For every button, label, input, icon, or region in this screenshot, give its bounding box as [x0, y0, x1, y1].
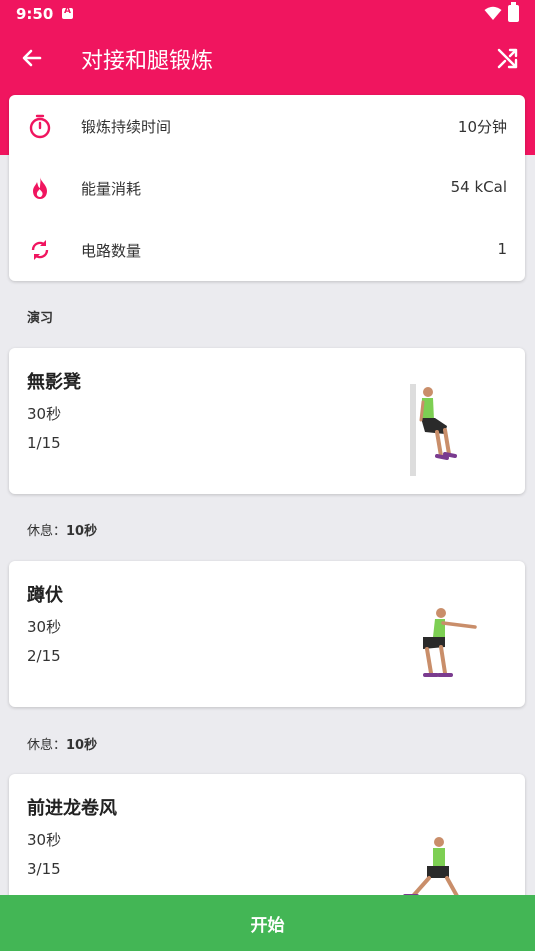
notification-letter: A	[64, 6, 71, 16]
exercise-name: 蹲伏	[27, 585, 63, 606]
exercise-name: 前进龙卷风	[27, 798, 117, 819]
start-button[interactable]: 开始	[0, 895, 535, 951]
exercises-section-title: 演习	[27, 311, 54, 326]
lunge-twist-illustration	[403, 837, 467, 900]
exercise-duration: 30秒	[27, 831, 62, 849]
exercise-card[interactable]: 無影凳 30秒 1/15	[9, 348, 525, 494]
duration-label: 锻炼持续时间	[81, 118, 172, 136]
exercise-duration: 30秒	[27, 405, 62, 423]
wall-sit-illustration	[410, 384, 457, 476]
exercise-index: 2/15	[27, 647, 61, 665]
status-bar: 9:50 A	[0, 0, 535, 28]
stopwatch-icon	[29, 114, 51, 139]
wifi-icon	[484, 6, 502, 20]
exercise-name: 無影凳	[27, 372, 81, 393]
calories-value: 54 kCal	[450, 178, 507, 196]
repeat-icon	[31, 240, 49, 260]
circuits-value: 1	[497, 240, 507, 258]
circuits-label: 电路数量	[81, 242, 142, 260]
exercise-card[interactable]: 蹲伏 30秒 2/15	[9, 561, 525, 707]
arrow-left-icon[interactable]	[18, 44, 46, 72]
calories-label: 能量消耗	[81, 180, 142, 198]
rest-label: 休息：	[27, 524, 67, 539]
circuits-row: 电路数量 1	[9, 219, 525, 281]
status-time: 9:50	[16, 5, 54, 23]
duration-row: 锻炼持续时间 10分钟	[9, 95, 525, 157]
battery-icon	[508, 2, 519, 22]
shuffle-icon[interactable]	[494, 44, 522, 72]
rest-value: 10秒	[66, 524, 98, 539]
squat-illustration	[423, 608, 477, 677]
exercise-index: 3/15	[27, 860, 61, 878]
notification-icon: A	[62, 6, 73, 19]
duration-value: 10分钟	[457, 118, 507, 136]
flame-icon	[33, 177, 47, 199]
app-bar: 对接和腿锻炼	[0, 28, 535, 88]
rest-label: 休息：	[27, 738, 67, 753]
rest-interval: 休息：10秒	[27, 734, 97, 753]
rest-value: 10秒	[66, 738, 98, 753]
exercise-duration: 30秒	[27, 618, 62, 636]
page-title: 对接和腿锻炼	[81, 49, 214, 74]
workout-summary-card: 锻炼持续时间 10分钟 能量消耗 54 kCal 电路数量 1	[9, 95, 525, 281]
rest-interval: 休息：10秒	[27, 520, 97, 539]
exercise-index: 1/15	[27, 434, 61, 452]
calories-row: 能量消耗 54 kCal	[9, 157, 525, 219]
